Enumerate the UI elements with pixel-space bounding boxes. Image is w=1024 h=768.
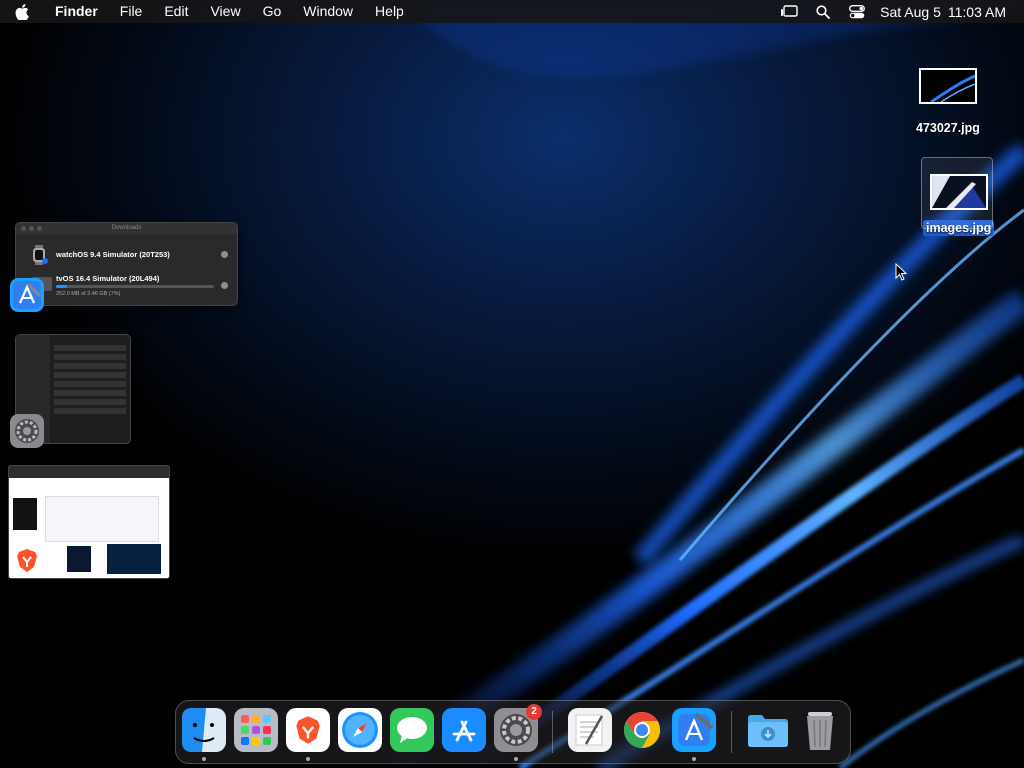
menu-file[interactable]: File	[109, 0, 154, 23]
dock-messages[interactable]	[390, 708, 434, 752]
xcode-icon	[678, 712, 714, 746]
safari-icon	[342, 712, 378, 748]
xcode-icon	[10, 278, 44, 312]
spotlight-search-icon[interactable]	[806, 0, 840, 23]
menu-window[interactable]: Window	[292, 0, 364, 23]
app-store-icon	[452, 720, 476, 742]
trash-icon	[807, 712, 833, 750]
running-indicator	[514, 757, 518, 761]
window-title: Downloads	[111, 225, 142, 231]
dock-launchpad[interactable]	[234, 708, 278, 752]
brave-icon	[10, 543, 44, 577]
menu-view[interactable]: View	[199, 0, 251, 23]
settings-icon	[10, 414, 44, 448]
dock-chrome[interactable]	[620, 708, 664, 752]
notification-badge: 2	[526, 704, 542, 720]
cancel-download-icon[interactable]	[221, 282, 228, 289]
textedit-icon	[575, 714, 604, 746]
apple-logo-icon	[15, 3, 29, 20]
dock-brave[interactable]	[286, 708, 330, 752]
running-indicator	[692, 757, 696, 761]
dock-finder[interactable]	[182, 708, 226, 752]
messages-icon	[397, 717, 427, 743]
downloads-folder-icon	[748, 715, 788, 747]
chrome-icon	[623, 712, 661, 748]
file-label: 473027.jpg	[916, 121, 980, 135]
brave-icon	[296, 716, 320, 744]
running-indicator	[202, 757, 206, 761]
stage-manager-icon[interactable]	[772, 0, 806, 23]
remove-download-icon[interactable]	[221, 251, 228, 258]
finder-icon	[182, 708, 226, 752]
menu-go[interactable]: Go	[252, 0, 293, 23]
image-thumbnail-icon	[918, 68, 977, 104]
desktop-file-images[interactable]: images.jpg	[921, 157, 995, 236]
desktop-wallpaper	[0, 0, 1024, 768]
dock-trash[interactable]	[798, 708, 842, 752]
stage-group-xcode[interactable]: Downloads watchOS 9.4 Simulator (20T253)…	[10, 222, 238, 314]
dock-system-settings[interactable]: 2	[494, 704, 542, 752]
xcode-downloads-window[interactable]: Downloads watchOS 9.4 Simulator (20T253)…	[15, 222, 238, 306]
download-item-name: watchOS 9.4 Simulator (20T253)	[56, 250, 170, 259]
dock-separator	[552, 711, 553, 753]
stage-group-brave[interactable]	[6, 465, 170, 580]
dock-xcode[interactable]	[672, 708, 716, 752]
menu-app-finder[interactable]: Finder	[44, 0, 109, 23]
menu-bar-clock[interactable]: Sat Aug 5 11:03 AM	[880, 4, 1006, 20]
mouse-cursor-icon	[895, 263, 907, 281]
control-center-icon[interactable]	[840, 0, 874, 23]
download-item-name: tvOS 16.4 Simulator (20L494)	[56, 274, 160, 283]
image-thumbnail-icon	[929, 174, 988, 210]
desktop-file-473027[interactable]: 473027.jpg	[913, 68, 983, 136]
dock-separator	[731, 711, 732, 753]
watch-icon	[33, 245, 48, 265]
menu-bar: Finder File Edit View Go Window Help Sat…	[0, 0, 1024, 23]
dock-downloads-folder[interactable]	[746, 708, 790, 752]
date-label: Sat Aug 5	[880, 3, 941, 20]
stage-group-system-settings[interactable]	[10, 334, 132, 448]
menu-help[interactable]: Help	[364, 0, 415, 23]
window-titlebar: Downloads	[16, 223, 237, 234]
launchpad-icon	[241, 715, 271, 745]
apple-menu-button[interactable]	[0, 3, 44, 20]
dock-safari[interactable]	[338, 708, 382, 752]
time-label: 11:03 AM	[947, 3, 1006, 20]
dock-app-store[interactable]	[442, 708, 486, 752]
menu-edit[interactable]: Edit	[153, 0, 199, 23]
dock: 2	[175, 700, 851, 764]
running-indicator	[306, 757, 310, 761]
download-progress-text: 252.0 MB of 3.46 GB (7%)	[56, 291, 121, 297]
dock-textedit[interactable]	[568, 708, 612, 752]
download-progress-bar	[56, 285, 214, 288]
